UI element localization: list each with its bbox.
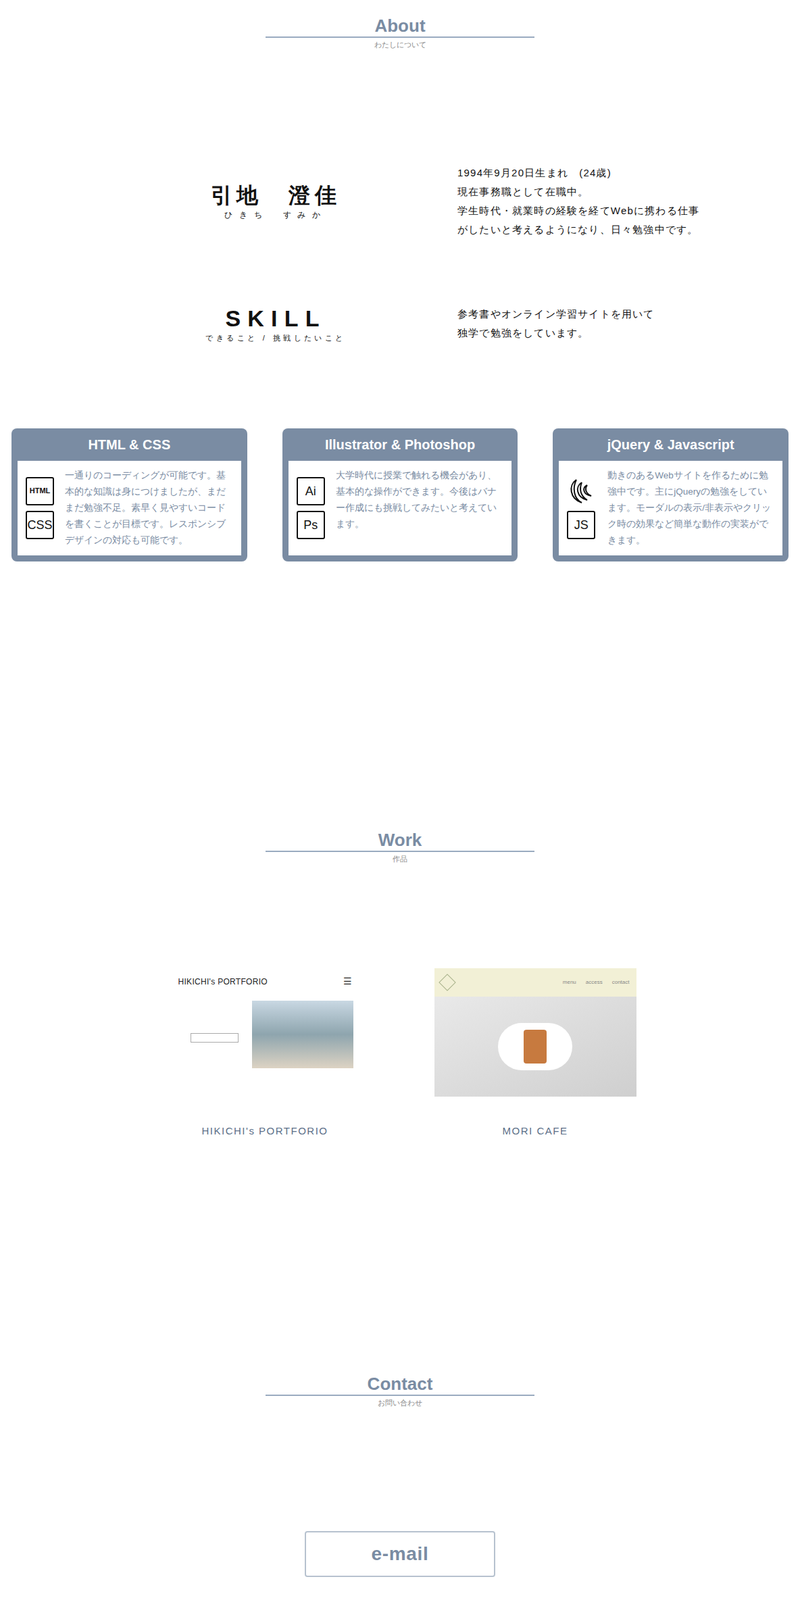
section-title: Work (378, 829, 423, 851)
skill-row: SKILLできること / 挑戦したいこと 参考書やオンライン学習サイトを用いて独学… (0, 304, 800, 344)
photo (252, 1000, 353, 1069)
section-title: Contact (367, 1372, 434, 1395)
card-text: 一通りのコーディングが可能です。基本的な知識は身につけましたが、まだまだ勉強不足… (64, 467, 234, 549)
skill-line: 独学で勉強をしています。 (457, 323, 655, 343)
profile-row: 引地 澄佳ひきち すみか 1994年9月20日生まれ (24歳)現在事務職として在… (0, 163, 800, 240)
contact-heading: Contact お問い合わせ (0, 1372, 800, 1409)
card-body: Ai Ps 大学時代に授業で触れる機会があり、基本的な操作ができます。今後はバナー作… (288, 460, 513, 556)
heading-rule (265, 850, 535, 853)
work-item[interactable]: HIKICHI's PORTFORIO ☰ HIKICHI's PORTFORIO (129, 968, 400, 1140)
tool-icon: JS (566, 510, 596, 540)
work-label[interactable]: HIKICHI's PORTFORIO (202, 1123, 329, 1140)
photo (434, 996, 637, 1097)
card-text: 大学時代に授業で触れる機会があり、基本的な操作ができます。今後はバナー作成にも挑… (335, 467, 505, 549)
work-item[interactable]: menu access contact MORI CAFE (400, 968, 671, 1140)
profile-reading: ひきち すみか (164, 208, 388, 221)
tool-icon: Ps (296, 510, 325, 540)
heading-rule (265, 36, 535, 38)
tool-icon: HTML (25, 477, 55, 506)
email-button[interactable]: e-mail (304, 1531, 496, 1578)
work-grid: HIKICHI's PORTFORIO ☰ HIKICHI's PORTFORIO m… (129, 968, 671, 1140)
about-heading: About わたしについて (0, 14, 800, 50)
thumb-link: access (585, 978, 603, 987)
tool-icon: CSS (25, 510, 55, 540)
skill-card: HTML & CSS HTML CSS 一通りのコーディングが可能です。基本的な知識は… (11, 428, 248, 562)
skill-card: jQuery & Javascript JS 動きのあるWebサイトを作るために勉強… (552, 428, 789, 562)
menu-icon: ☰ (343, 974, 353, 989)
tool-icon: Ai (296, 477, 325, 506)
page: About わたしについて引地 澄佳ひきち すみか 1994年9月20日生まれ (2… (0, 0, 800, 1600)
card-title: jQuery & Javascript (558, 428, 783, 461)
work-label[interactable]: MORI CAFE (502, 1123, 569, 1140)
section-subtitle: お問い合わせ (377, 1397, 423, 1409)
skill-subtitle: できること / 挑戦したいこと (164, 332, 388, 344)
thumb-link: contact (612, 978, 630, 987)
card-title: Illustrator & Photoshop (288, 428, 513, 461)
skill-line: 参考書やオンライン学習サイトを用いて (457, 304, 655, 324)
thumb-site-title: HIKICHI's PORTFORIO (178, 975, 268, 988)
card-body: HTML CSS 一通りのコーディングが可能です。基本的な知識は身につけましたが、ま… (17, 460, 242, 556)
card-text: 動きのあるWebサイトを作るために勉強中です。主にjQueryの勉強をしています… (607, 467, 775, 549)
profile-name: 引地 澄佳 (164, 181, 388, 209)
work-heading: Work 作品 (0, 829, 800, 865)
section-title: About (374, 14, 425, 37)
bio-line: 1994年9月20日生まれ (24歳) (457, 163, 700, 183)
work-thumbnail[interactable]: HIKICHI's PORTFORIO ☰ (177, 968, 354, 1097)
thumb-button (190, 1033, 240, 1043)
bio-line: がしたいと考えるようになり、日々勉強中です。 (457, 220, 700, 240)
card-title: HTML & CSS (17, 428, 242, 461)
heading-rule (265, 1394, 535, 1396)
section-subtitle: わたしについて (374, 39, 427, 50)
bio-line: 現在事務職として在職中。 (457, 182, 700, 202)
jquery-icon (566, 477, 597, 506)
work-thumbnail[interactable]: menu access contact (434, 968, 637, 1097)
logo-icon (438, 973, 456, 991)
card-body: JS 動きのあるWebサイトを作るために勉強中です。主にjQueryの勉強をしてい… (558, 460, 783, 556)
section-subtitle: 作品 (392, 853, 408, 865)
skill-cards: HTML & CSS HTML CSS 一通りのコーディングが可能です。基本的な知識は… (0, 428, 800, 562)
skill-title: SKILL (164, 304, 388, 333)
skill-card: Illustrator & Photoshop Ai Ps 大学時代に授業で触れる機会… (282, 428, 519, 562)
thumb-link: menu (562, 978, 577, 987)
bio-line: 学生時代・就業時の経験を経てWebに携わる仕事 (457, 201, 700, 221)
